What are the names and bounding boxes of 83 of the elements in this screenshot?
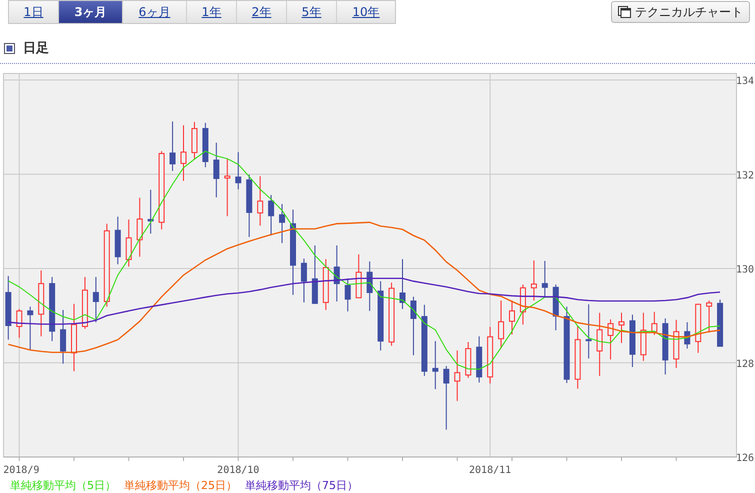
rising-candlestick xyxy=(640,312,646,362)
rising-candlestick xyxy=(191,121,198,160)
falling-candlestick xyxy=(49,276,56,342)
falling-candlestick xyxy=(334,244,340,302)
falling-candlestick xyxy=(268,194,274,236)
rising-candlestick xyxy=(530,260,537,302)
window-icon xyxy=(618,6,631,18)
falling-candlestick xyxy=(410,296,416,356)
falling-candlestick xyxy=(279,203,286,244)
period-tab[interactable]: 1日 xyxy=(9,1,59,23)
rising-candlestick xyxy=(487,326,494,384)
rising-candlestick xyxy=(322,258,329,310)
period-tab[interactable]: 2年 xyxy=(237,1,287,23)
period-tab[interactable]: 1年 xyxy=(187,1,237,23)
falling-candlestick xyxy=(366,260,373,312)
falling-candlestick xyxy=(213,142,220,198)
rising-candlestick xyxy=(82,276,88,330)
rising-candlestick xyxy=(596,312,603,376)
x-axis-label: 2018/9 xyxy=(3,465,40,476)
falling-candlestick xyxy=(717,299,724,347)
falling-candlestick xyxy=(92,276,99,323)
rising-candlestick xyxy=(356,254,362,298)
falling-candlestick xyxy=(586,304,592,359)
rising-candlestick xyxy=(126,219,132,268)
rising-candlestick xyxy=(257,176,264,226)
falling-candlestick xyxy=(114,216,121,265)
rising-candlestick xyxy=(520,284,526,326)
period-tab[interactable]: 6ヶ月 xyxy=(123,1,187,23)
falling-candlestick xyxy=(662,318,668,376)
rising-candlestick xyxy=(465,342,472,378)
falling-candlestick xyxy=(684,322,690,350)
technical-chart-button[interactable]: テクニカルチャート xyxy=(611,1,750,23)
falling-candlestick xyxy=(400,258,406,310)
falling-candlestick xyxy=(629,314,636,368)
rising-candlestick xyxy=(224,158,230,217)
section-title: 日足 xyxy=(23,40,49,57)
falling-candlestick xyxy=(378,280,384,351)
falling-candlestick xyxy=(235,152,242,190)
period-tab[interactable]: 5年 xyxy=(287,1,337,23)
rising-candlestick xyxy=(38,270,44,337)
rising-candlestick xyxy=(180,124,186,182)
rising-candlestick xyxy=(454,350,460,402)
falling-candlestick xyxy=(476,336,482,384)
rising-candlestick xyxy=(509,300,515,335)
y-axis-label: 132 xyxy=(736,170,754,182)
falling-candlestick xyxy=(443,366,450,430)
rising-candlestick xyxy=(695,303,702,354)
legend-label: 単純移動平均（5日） xyxy=(10,478,116,493)
rising-candlestick xyxy=(673,319,680,368)
falling-candlestick xyxy=(344,278,351,312)
falling-candlestick xyxy=(542,260,548,298)
rising-candlestick xyxy=(498,300,504,350)
y-axis-label: 126 xyxy=(736,453,754,464)
period-tab[interactable]: 3ヶ月 xyxy=(59,1,123,23)
period-tab[interactable]: 10年 xyxy=(337,1,395,23)
falling-candlestick xyxy=(552,284,559,331)
falling-candlestick xyxy=(432,340,438,390)
falling-candlestick xyxy=(5,276,12,340)
x-axis-label: 2018/10 xyxy=(217,465,260,476)
falling-candlestick xyxy=(27,306,34,350)
rising-candlestick xyxy=(651,311,658,336)
square-icon xyxy=(4,42,15,54)
y-axis-label: 134 xyxy=(736,76,754,87)
x-axis-label: 2018/11 xyxy=(469,465,512,476)
falling-candlestick xyxy=(60,309,66,364)
falling-candlestick xyxy=(148,189,154,234)
rising-candlestick xyxy=(706,300,712,334)
y-axis-label: 128 xyxy=(736,358,754,370)
rising-candlestick xyxy=(71,303,77,372)
legend-label: 単純移動平均（25日） xyxy=(124,478,237,493)
rising-candlestick xyxy=(388,282,395,346)
y-axis-label: 130 xyxy=(736,264,754,276)
legend-label: 単純移動平均（75日） xyxy=(245,478,358,493)
falling-candlestick xyxy=(202,122,208,168)
rising-candlestick xyxy=(574,326,581,390)
rising-candlestick xyxy=(136,197,143,258)
rising-candlestick xyxy=(618,312,624,344)
rising-candlestick xyxy=(16,308,22,338)
falling-candlestick xyxy=(246,174,252,238)
falling-candlestick xyxy=(170,120,176,172)
falling-candlestick xyxy=(300,258,307,303)
rising-candlestick xyxy=(608,318,614,360)
falling-candlestick xyxy=(312,244,318,304)
